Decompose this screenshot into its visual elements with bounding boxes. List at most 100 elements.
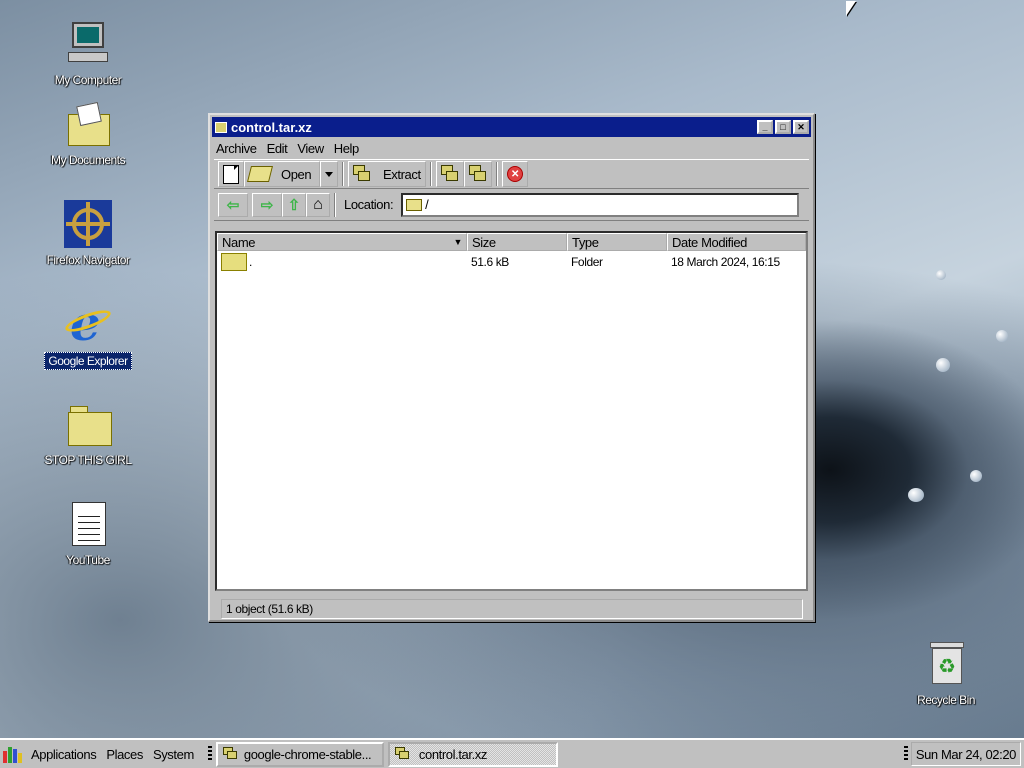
add-folder-icon bbox=[469, 165, 487, 183]
taskbar-button-label: google-chrome-stable... bbox=[243, 746, 372, 762]
computer-icon bbox=[64, 20, 112, 68]
sort-descending-icon: ▼ bbox=[453, 237, 462, 247]
taskbar-button-chrome[interactable]: google-chrome-stable... bbox=[215, 741, 384, 767]
archive-manager-window[interactable]: control.tar.xz _ □ ✕ Archive Edit View H… bbox=[208, 113, 815, 622]
toolbar-separator bbox=[342, 162, 344, 186]
location-label: Location: bbox=[344, 197, 394, 212]
toolbar: Open Extract ✕ bbox=[214, 159, 809, 189]
cell-size: 51.6 kB bbox=[471, 255, 509, 269]
folder-icon bbox=[406, 198, 423, 211]
desktop-icon-label: STOP THIS GIRL bbox=[44, 453, 132, 467]
documents-folder-icon bbox=[64, 100, 112, 148]
mouse-cursor-icon bbox=[846, 1, 856, 16]
cell-name: . bbox=[217, 253, 467, 271]
panel-grip[interactable] bbox=[904, 746, 908, 762]
taskbar: Applications Places System google-chrome… bbox=[0, 738, 1024, 768]
table-row[interactable]: . 51.6 kB Folder 18 March 2024, 16:15 bbox=[217, 251, 806, 273]
desktop-icon-google-explorer[interactable]: e Google Explorer bbox=[33, 300, 143, 370]
maximize-button[interactable]: □ bbox=[775, 120, 791, 134]
menu-help[interactable]: Help bbox=[334, 141, 360, 156]
column-header-date-modified[interactable]: Date Modified bbox=[667, 233, 806, 251]
forward-arrow-icon: ⇨ bbox=[260, 196, 274, 214]
column-header-type[interactable]: Type bbox=[567, 233, 667, 251]
add-files-button[interactable] bbox=[436, 161, 464, 187]
window-icon bbox=[394, 747, 411, 761]
extract-button-label: Extract bbox=[383, 166, 421, 182]
new-archive-button[interactable] bbox=[218, 161, 244, 187]
location-input[interactable]: / bbox=[401, 192, 799, 217]
open-button-label: Open bbox=[281, 166, 312, 182]
taskbar-button-archive[interactable]: control.tar.xz bbox=[387, 741, 558, 767]
taskbar-button-label: control.tar.xz bbox=[418, 746, 488, 762]
panel-grip[interactable] bbox=[207, 746, 212, 762]
file-list[interactable]: Name ▼ Size Type Date Modified . 51.6 kB… bbox=[215, 231, 808, 591]
column-header-label: Size bbox=[472, 234, 496, 250]
menu-archive[interactable]: Archive bbox=[216, 141, 257, 156]
up-button[interactable]: ⇧ bbox=[282, 192, 306, 217]
status-bar: 1 object (51.6 kB) bbox=[221, 599, 803, 619]
window-icon bbox=[222, 747, 239, 761]
water-droplet bbox=[996, 330, 1008, 342]
add-files-icon bbox=[441, 165, 459, 183]
status-text: 1 object (51.6 kB) bbox=[226, 602, 313, 616]
location-value: / bbox=[425, 197, 429, 212]
minimize-button[interactable]: _ bbox=[757, 120, 773, 134]
file-list-header: Name ▼ Size Type Date Modified bbox=[217, 233, 806, 251]
folder-icon bbox=[64, 400, 112, 448]
folder-icon bbox=[221, 253, 247, 271]
up-arrow-icon: ⇧ bbox=[287, 196, 301, 214]
open-dropdown-button[interactable] bbox=[320, 161, 338, 187]
menu-edit[interactable]: Edit bbox=[267, 141, 288, 156]
stop-icon: ✕ bbox=[507, 166, 523, 182]
home-button[interactable]: ⌂ bbox=[306, 192, 330, 217]
clock[interactable]: Sun Mar 24, 02:20 bbox=[910, 742, 1021, 766]
desktop-icon-label: Firefox Navigator bbox=[46, 253, 130, 267]
water-droplet bbox=[936, 358, 950, 372]
column-header-size[interactable]: Size bbox=[467, 233, 567, 251]
desktop-icon-stop-this-girl[interactable]: STOP THIS GIRL bbox=[33, 400, 143, 468]
desktop-icon-my-documents[interactable]: My Documents bbox=[33, 100, 143, 168]
extract-icon bbox=[353, 165, 371, 183]
recycle-bin-icon: ♻ bbox=[922, 640, 970, 688]
add-folder-button[interactable] bbox=[464, 161, 492, 187]
menu-view[interactable]: View bbox=[297, 141, 324, 156]
ship-wheel-icon bbox=[64, 200, 112, 248]
back-button[interactable]: ⇦ bbox=[218, 192, 248, 217]
dropdown-arrow-icon bbox=[325, 171, 333, 177]
new-document-icon bbox=[223, 164, 239, 184]
window-title: control.tar.xz bbox=[231, 119, 312, 135]
stop-button[interactable]: ✕ bbox=[502, 161, 528, 187]
column-header-label: Name bbox=[222, 234, 256, 250]
cell-type: Folder bbox=[571, 255, 603, 269]
back-arrow-icon: ⇦ bbox=[226, 196, 240, 214]
toolbar-separator bbox=[430, 162, 432, 186]
internet-explorer-icon: e bbox=[63, 300, 113, 348]
forward-button[interactable]: ⇨ bbox=[252, 192, 282, 217]
column-header-label: Date Modified bbox=[672, 234, 748, 250]
open-button[interactable]: Open bbox=[244, 161, 320, 187]
desktop-icon-my-computer[interactable]: My Computer bbox=[33, 20, 143, 88]
menu-places[interactable]: Places bbox=[106, 747, 143, 762]
title-bar[interactable]: control.tar.xz _ □ ✕ bbox=[212, 117, 811, 137]
water-droplet bbox=[936, 270, 946, 280]
desktop-icon-label: My Documents bbox=[50, 153, 126, 167]
column-header-name[interactable]: Name ▼ bbox=[217, 233, 467, 251]
desktop-icon-label: Recycle Bin bbox=[917, 693, 975, 707]
desktop-icon-youtube[interactable]: YouTube bbox=[33, 500, 143, 568]
water-droplet bbox=[970, 470, 982, 482]
menu-bar: Archive Edit View Help bbox=[210, 137, 813, 159]
text-document-icon bbox=[64, 500, 112, 548]
menu-applications[interactable]: Applications bbox=[31, 747, 97, 762]
archive-app-icon bbox=[215, 121, 227, 133]
file-name: . bbox=[249, 255, 252, 269]
desktop-icon-recycle-bin[interactable]: ♻ Recycle Bin bbox=[891, 640, 1001, 708]
desktop-icon-label: My Computer bbox=[54, 73, 122, 87]
menu-system[interactable]: System bbox=[153, 747, 194, 762]
toolbar-separator bbox=[334, 192, 336, 217]
desktop-icon-label: Google Explorer bbox=[44, 352, 132, 370]
open-folder-icon bbox=[247, 166, 273, 182]
close-button[interactable]: ✕ bbox=[793, 120, 809, 134]
extract-button[interactable]: Extract bbox=[348, 161, 426, 187]
desktop-icon-label: YouTube bbox=[66, 553, 110, 567]
desktop-icon-firefox-navigator[interactable]: Firefox Navigator bbox=[33, 200, 143, 268]
